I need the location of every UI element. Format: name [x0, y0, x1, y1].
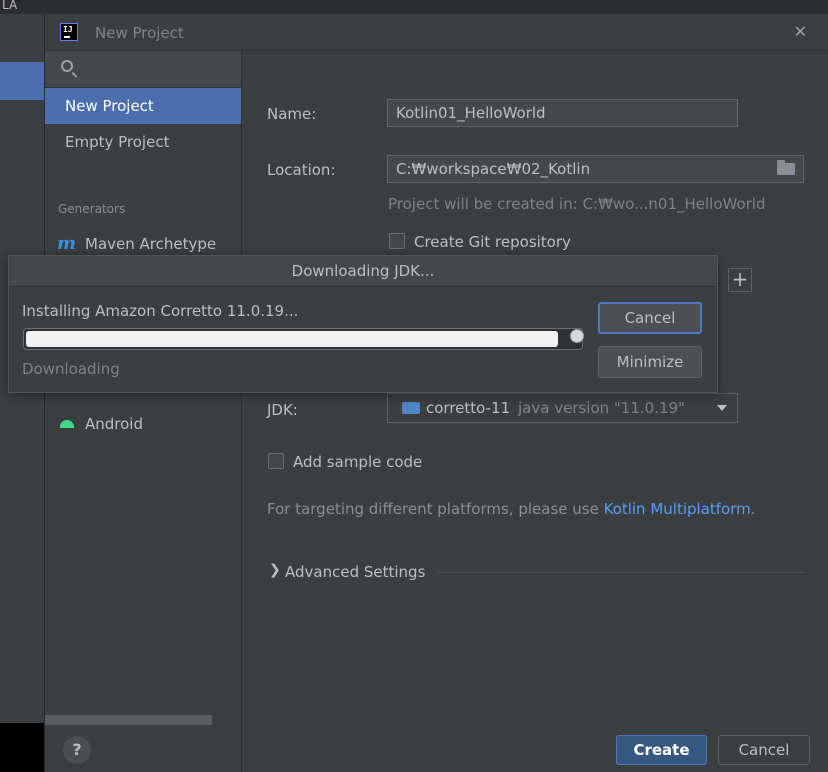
- advanced-settings-toggle[interactable]: ❯ Advanced Settings: [267, 560, 804, 584]
- stop-download-icon[interactable]: [570, 329, 584, 343]
- git-checkbox[interactable]: [389, 233, 405, 249]
- search-icon: [61, 60, 73, 72]
- folder-icon[interactable]: [777, 160, 795, 175]
- new-project-dialog: IJ New Project ✕ New Project Empty Proje…: [44, 14, 828, 772]
- android-icon: [60, 420, 74, 428]
- minimize-button[interactable]: Minimize: [598, 346, 702, 378]
- jdk-name: corretto-11: [426, 399, 511, 417]
- chevron-down-icon: [717, 405, 727, 411]
- platform-info-suffix: .: [750, 500, 756, 518]
- sidebar-item-label: Android: [85, 415, 143, 433]
- intellij-icon-text: IJ: [63, 25, 73, 34]
- add-button[interactable]: +: [728, 268, 752, 292]
- name-field[interactable]: Kotlin01_HelloWorld: [387, 99, 738, 127]
- background-black-area: [0, 723, 44, 772]
- sidebar: New Project Empty Project Generators m M…: [45, 51, 242, 772]
- sample-code-label: Add sample code: [293, 453, 423, 471]
- platform-info-text: For targeting different platforms, pleas…: [267, 500, 604, 518]
- kotlin-multiplatform-link[interactable]: Kotlin Multiplatform: [604, 500, 751, 518]
- platform-info: For targeting different platforms, pleas…: [267, 500, 756, 518]
- advanced-settings-label: Advanced Settings: [285, 563, 426, 581]
- sidebar-item-new-project[interactable]: New Project: [45, 88, 241, 124]
- location-field[interactable]: C:₩workspace₩02_Kotlin: [387, 155, 804, 183]
- sidebar-item-android[interactable]: Android: [45, 408, 241, 440]
- jdk-select[interactable]: corretto-11 java version "11.0.19": [387, 393, 738, 423]
- download-jdk-dialog: Downloading JDK... Installing Amazon Cor…: [8, 255, 718, 393]
- download-message: Installing Amazon Corretto 11.0.19...: [22, 302, 299, 320]
- download-status: Downloading: [22, 360, 120, 378]
- download-cancel-button[interactable]: Cancel: [598, 302, 702, 334]
- name-label: Name:: [267, 105, 317, 123]
- jdk-label: JDK:: [267, 401, 298, 419]
- title-bar: IJ New Project ✕: [45, 14, 828, 51]
- location-value: C:₩workspace₩02_Kotlin: [396, 160, 591, 178]
- jdk-folder-icon: [402, 402, 420, 414]
- window-title: New Project: [95, 24, 184, 42]
- project-form: Name: Kotlin01_HelloWorld Location: C:₩w…: [242, 51, 828, 772]
- download-dialog-title: Downloading JDK...: [9, 256, 717, 287]
- location-hint: Project will be created in: C:₩wo...n01_…: [388, 195, 766, 213]
- sidebar-item-empty-project[interactable]: Empty Project: [45, 124, 241, 160]
- close-icon[interactable]: ✕: [794, 22, 807, 41]
- sidebar-scrollbar[interactable]: [45, 715, 212, 725]
- git-checkbox-label: Create Git repository: [414, 233, 571, 251]
- create-button[interactable]: Create: [616, 735, 707, 765]
- advanced-divider: [437, 572, 804, 573]
- background-selection: [0, 62, 44, 100]
- generators-section-label: Generators: [58, 202, 126, 216]
- download-progress-fill: [26, 331, 558, 347]
- sample-code-checkbox[interactable]: [268, 453, 284, 469]
- cancel-button[interactable]: Cancel: [718, 735, 810, 765]
- download-progress-bar: [23, 328, 583, 350]
- location-label: Location:: [267, 161, 336, 179]
- background-corner-text: LA: [0, 0, 46, 14]
- intellij-icon: IJ: [60, 23, 78, 41]
- chevron-right-icon: ❯: [269, 562, 281, 578]
- help-icon[interactable]: ?: [63, 736, 91, 764]
- jdk-version: java version "11.0.19": [518, 399, 685, 417]
- search-input[interactable]: [45, 51, 241, 88]
